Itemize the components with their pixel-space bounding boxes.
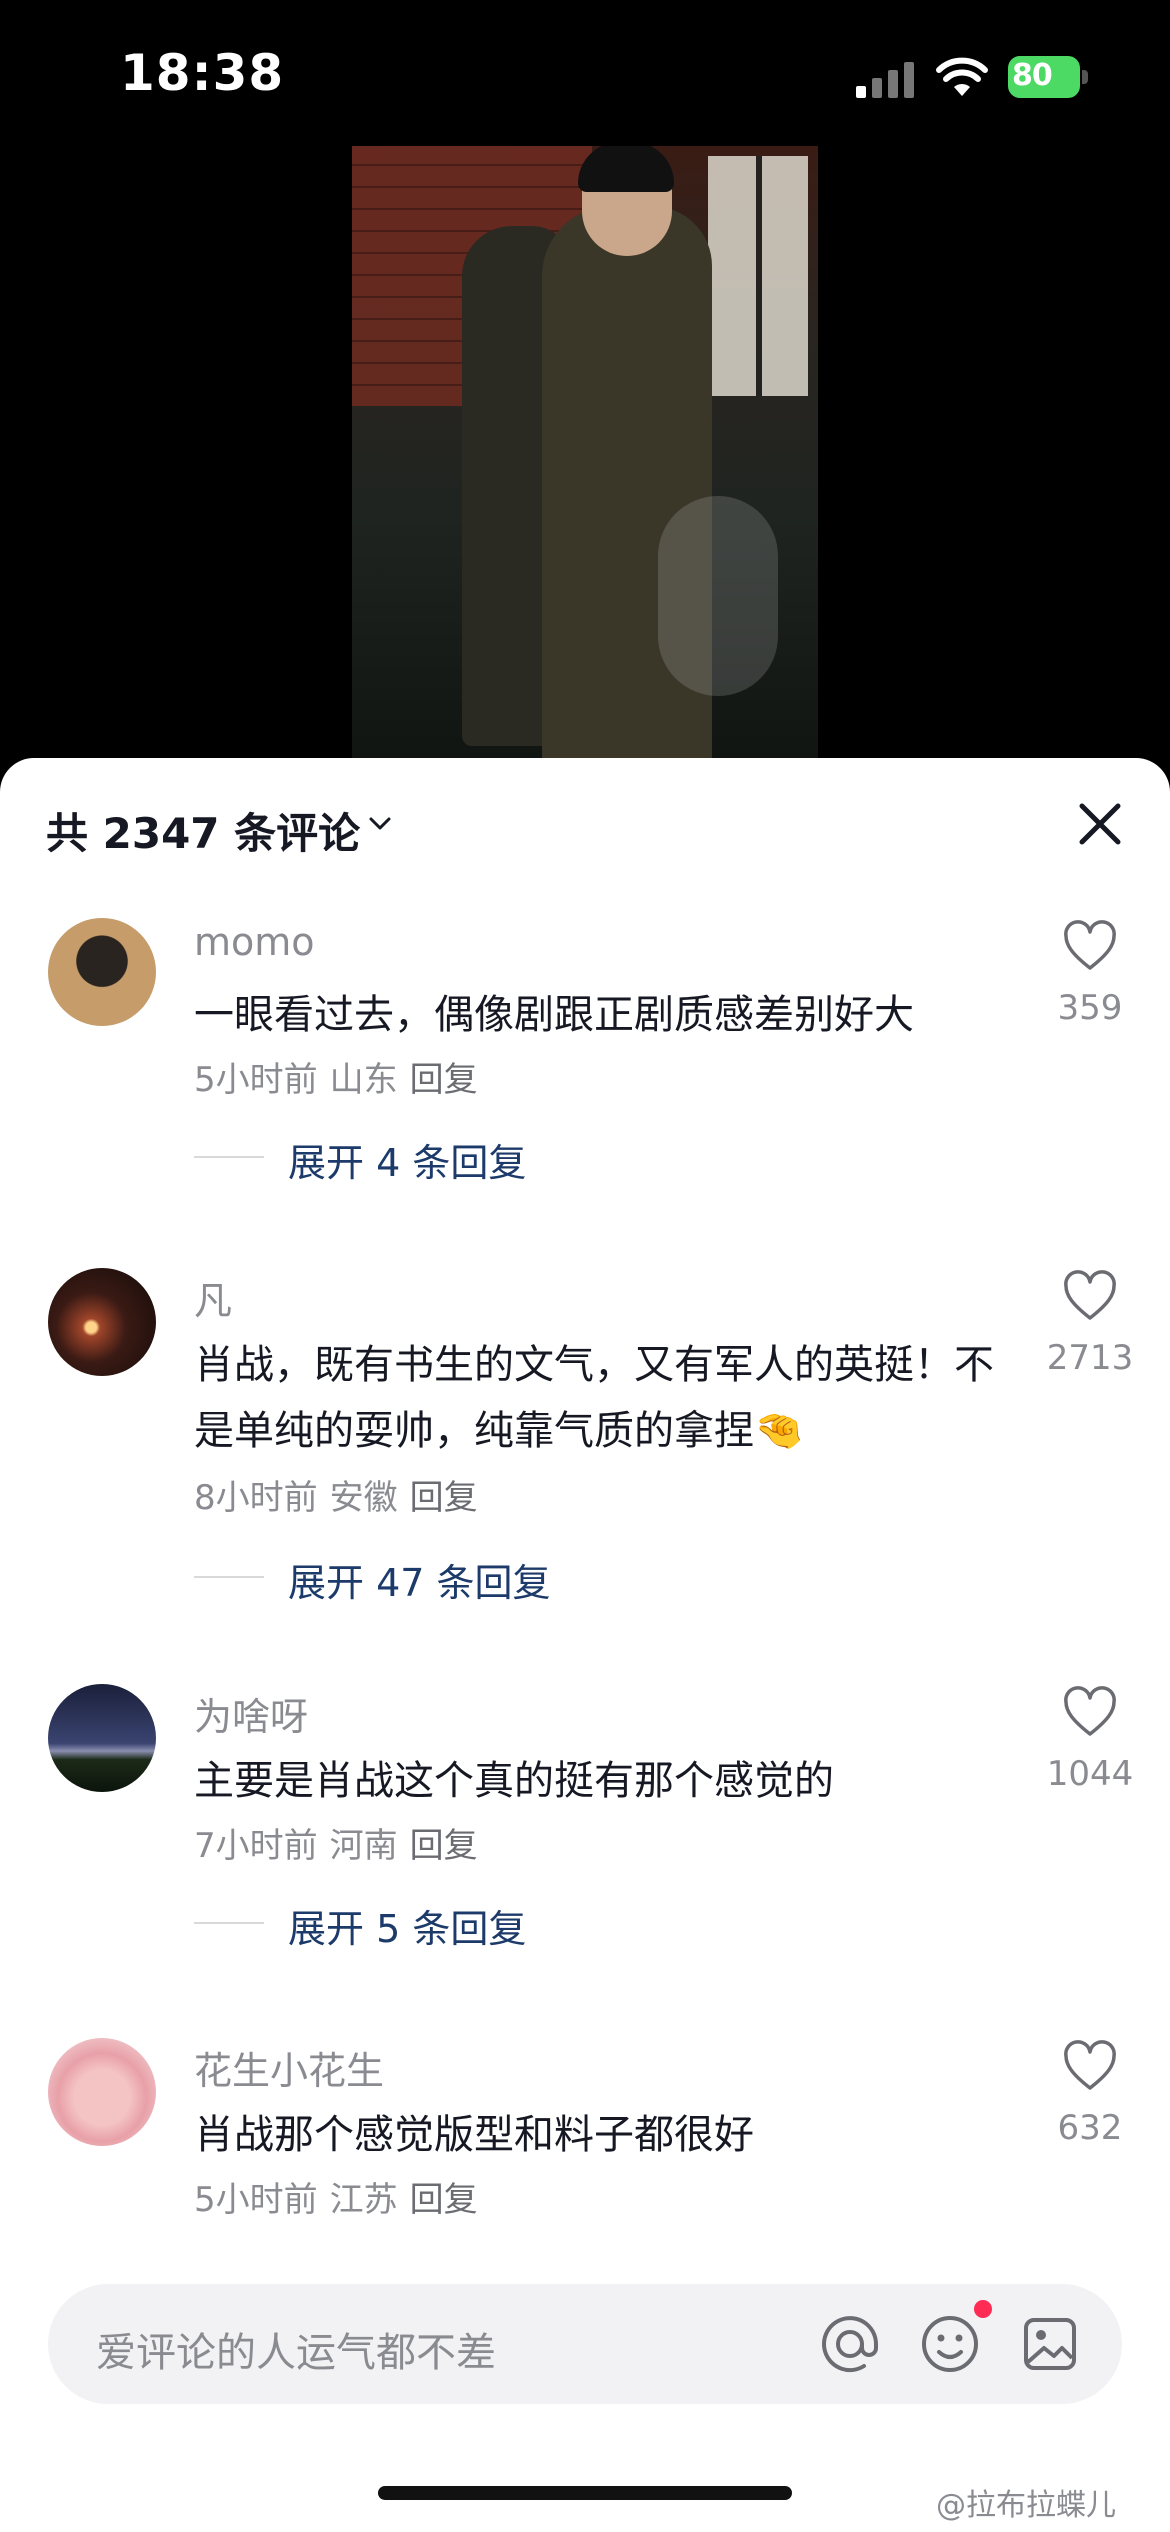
expand-replies-label: 展开 5 条回复 (288, 1907, 527, 1951)
battery-percent: 80 (1012, 58, 1053, 93)
comment-location: 江苏 (329, 2180, 398, 2220)
battery-cap (1082, 70, 1088, 84)
comment-username[interactable]: momo (194, 920, 315, 964)
watermark: @拉布拉蝶儿 (936, 2488, 1116, 2523)
like-count: 1044 (1046, 1754, 1134, 1794)
avatar[interactable] (48, 918, 156, 1026)
comment-sheet-header: 共 2347 条评论 (0, 758, 1170, 898)
expand-replies-label: 展开 4 条回复 (288, 1141, 527, 1185)
like-button[interactable]: 359 (1040, 918, 1140, 1038)
avatar[interactable] (48, 2038, 156, 2146)
comment-meta: 7小时前 河南 回复 (194, 1818, 490, 1867)
comment-location: 安徽 (329, 1478, 398, 1518)
expand-divider (194, 1922, 264, 1924)
comment-input-placeholder[interactable]: 爱评论的人运气都不差 (96, 2320, 496, 2378)
reply-button[interactable]: 回复 (410, 1826, 478, 1866)
comment-text[interactable]: 肖战那个感觉版型和料子都很好 (194, 2102, 994, 2168)
comment-text[interactable]: 一眼看过去，偶像剧跟正剧质感差别好大 (194, 982, 994, 1048)
close-icon (1079, 803, 1121, 845)
comment-sheet: 共 2347 条评论 momo 一眼看过去，偶像剧跟正剧质感差别好大 5小时前山… (0, 758, 1170, 2532)
comment-username[interactable]: 花生小花生 (194, 2040, 384, 2095)
comment-time: 5小时前 (194, 2180, 318, 2220)
heart-icon (1064, 1686, 1116, 1736)
comment-meta: 5小时前 江苏 回复 (194, 2172, 490, 2221)
emoji-icon[interactable] (914, 2308, 986, 2380)
like-count: 632 (1057, 2108, 1123, 2148)
image-icon[interactable] (1014, 2308, 1086, 2380)
comment-meta: 8小时前 安徽 回复 (194, 1470, 490, 1519)
battery-indicator: 80 (1008, 56, 1088, 98)
comment-count-title[interactable]: 共 2347 条评论 (46, 800, 360, 861)
reply-button[interactable]: 回复 (410, 1478, 478, 1518)
comment-username[interactable]: 为啥呀 (194, 1686, 308, 1741)
comment-text[interactable]: 主要是肖战这个真的挺有那个感觉的 (194, 1748, 994, 1814)
avatar[interactable] (48, 1684, 156, 1792)
avatar[interactable] (48, 1268, 156, 1376)
cellular-signal-icon (856, 62, 914, 98)
video-figure-hair (578, 146, 674, 192)
comment-time: 5小时前 (194, 1060, 318, 1100)
comment-item: 凡 肖战，既有书生的文气，又有军人的英挺！不是单纯的耍帅，纯靠气质的拿捏🤏 8小… (0, 1268, 1170, 1605)
comment-input-bar[interactable]: 爱评论的人运气都不差 (48, 2284, 1122, 2404)
video-blur (658, 496, 778, 696)
like-button[interactable]: 632 (1040, 2038, 1140, 2158)
comment-item: 花生小花生 肖战那个感觉版型和料子都很好 5小时前 江苏 回复 632 (0, 2038, 1170, 2238)
close-button[interactable] (1070, 794, 1130, 854)
expand-divider (194, 1156, 264, 1158)
video-window (708, 156, 808, 396)
heart-icon (1064, 1270, 1116, 1320)
home-indicator[interactable] (378, 2486, 792, 2500)
comment-time: 7小时前 (194, 1826, 318, 1866)
comment-meta: 5小时前 山东 回复 (194, 1052, 490, 1101)
like-count: 359 (1057, 988, 1123, 1028)
wifi-icon (936, 57, 988, 96)
like-button[interactable]: 2713 (1040, 1268, 1140, 1388)
heart-icon (1064, 2040, 1116, 2090)
reply-button[interactable]: 回复 (410, 1060, 478, 1100)
comment-location: 山东 (329, 1060, 398, 1100)
mention-icon[interactable] (814, 2308, 886, 2380)
chevron-down-icon[interactable] (366, 810, 394, 838)
comment-item: 为啥呀 主要是肖战这个真的挺有那个感觉的 7小时前 河南 回复 1044 展开 5 … (0, 1684, 1170, 1951)
status-bar: 18:38 80 (0, 0, 1170, 150)
comment-time: 8小时前 (194, 1478, 318, 1518)
notification-dot (974, 2300, 992, 2318)
comment-location: 河南 (329, 1826, 398, 1866)
comment-item: momo 一眼看过去，偶像剧跟正剧质感差别好大 5小时前 山东 回复 359 展开 … (0, 918, 1170, 1185)
status-time: 18:38 (120, 44, 285, 102)
like-count: 2713 (1046, 1338, 1134, 1378)
comment-text[interactable]: 肖战，既有书生的文气，又有军人的英挺！不是单纯的耍帅，纯靠气质的拿捏🤏 (194, 1332, 994, 1464)
like-button[interactable]: 1044 (1040, 1684, 1140, 1804)
expand-divider (194, 1576, 264, 1578)
expand-replies-label: 展开 47 条回复 (288, 1561, 551, 1605)
battery-level: 80 (1008, 56, 1080, 98)
video-preview[interactable] (352, 146, 818, 760)
heart-icon (1064, 920, 1116, 970)
reply-button[interactable]: 回复 (410, 2180, 478, 2220)
comment-username[interactable]: 凡 (194, 1270, 232, 1325)
